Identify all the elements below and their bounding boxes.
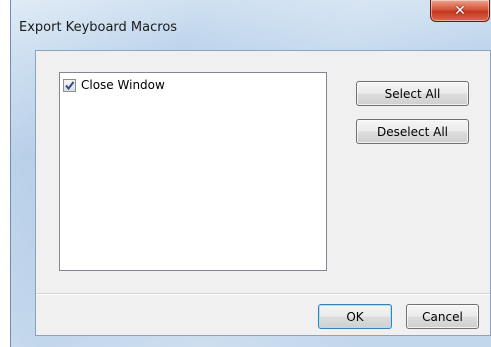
macro-list[interactable]: Close Window — [59, 72, 327, 271]
screen: Export Keyboard Macros ✕ Close Window Se… — [0, 0, 491, 347]
checkmark-icon — [65, 80, 75, 90]
select-all-button[interactable]: Select All — [356, 81, 469, 106]
dialog-window: Export Keyboard Macros ✕ Close Window Se… — [10, 0, 491, 347]
cancel-button[interactable]: Cancel — [406, 304, 479, 329]
close-icon: ✕ — [454, 2, 466, 19]
footer-divider — [36, 293, 490, 295]
dialog-client-area: Close Window Select All Deselect All OK … — [35, 50, 491, 336]
checkbox-close-window[interactable] — [63, 78, 76, 92]
list-item-label: Close Window — [81, 78, 165, 92]
close-button[interactable]: ✕ — [430, 0, 490, 22]
deselect-all-button[interactable]: Deselect All — [356, 119, 469, 144]
ok-button[interactable]: OK — [318, 304, 392, 329]
window-title: Export Keyboard Macros — [19, 20, 178, 35]
list-item[interactable]: Close Window — [63, 77, 165, 93]
